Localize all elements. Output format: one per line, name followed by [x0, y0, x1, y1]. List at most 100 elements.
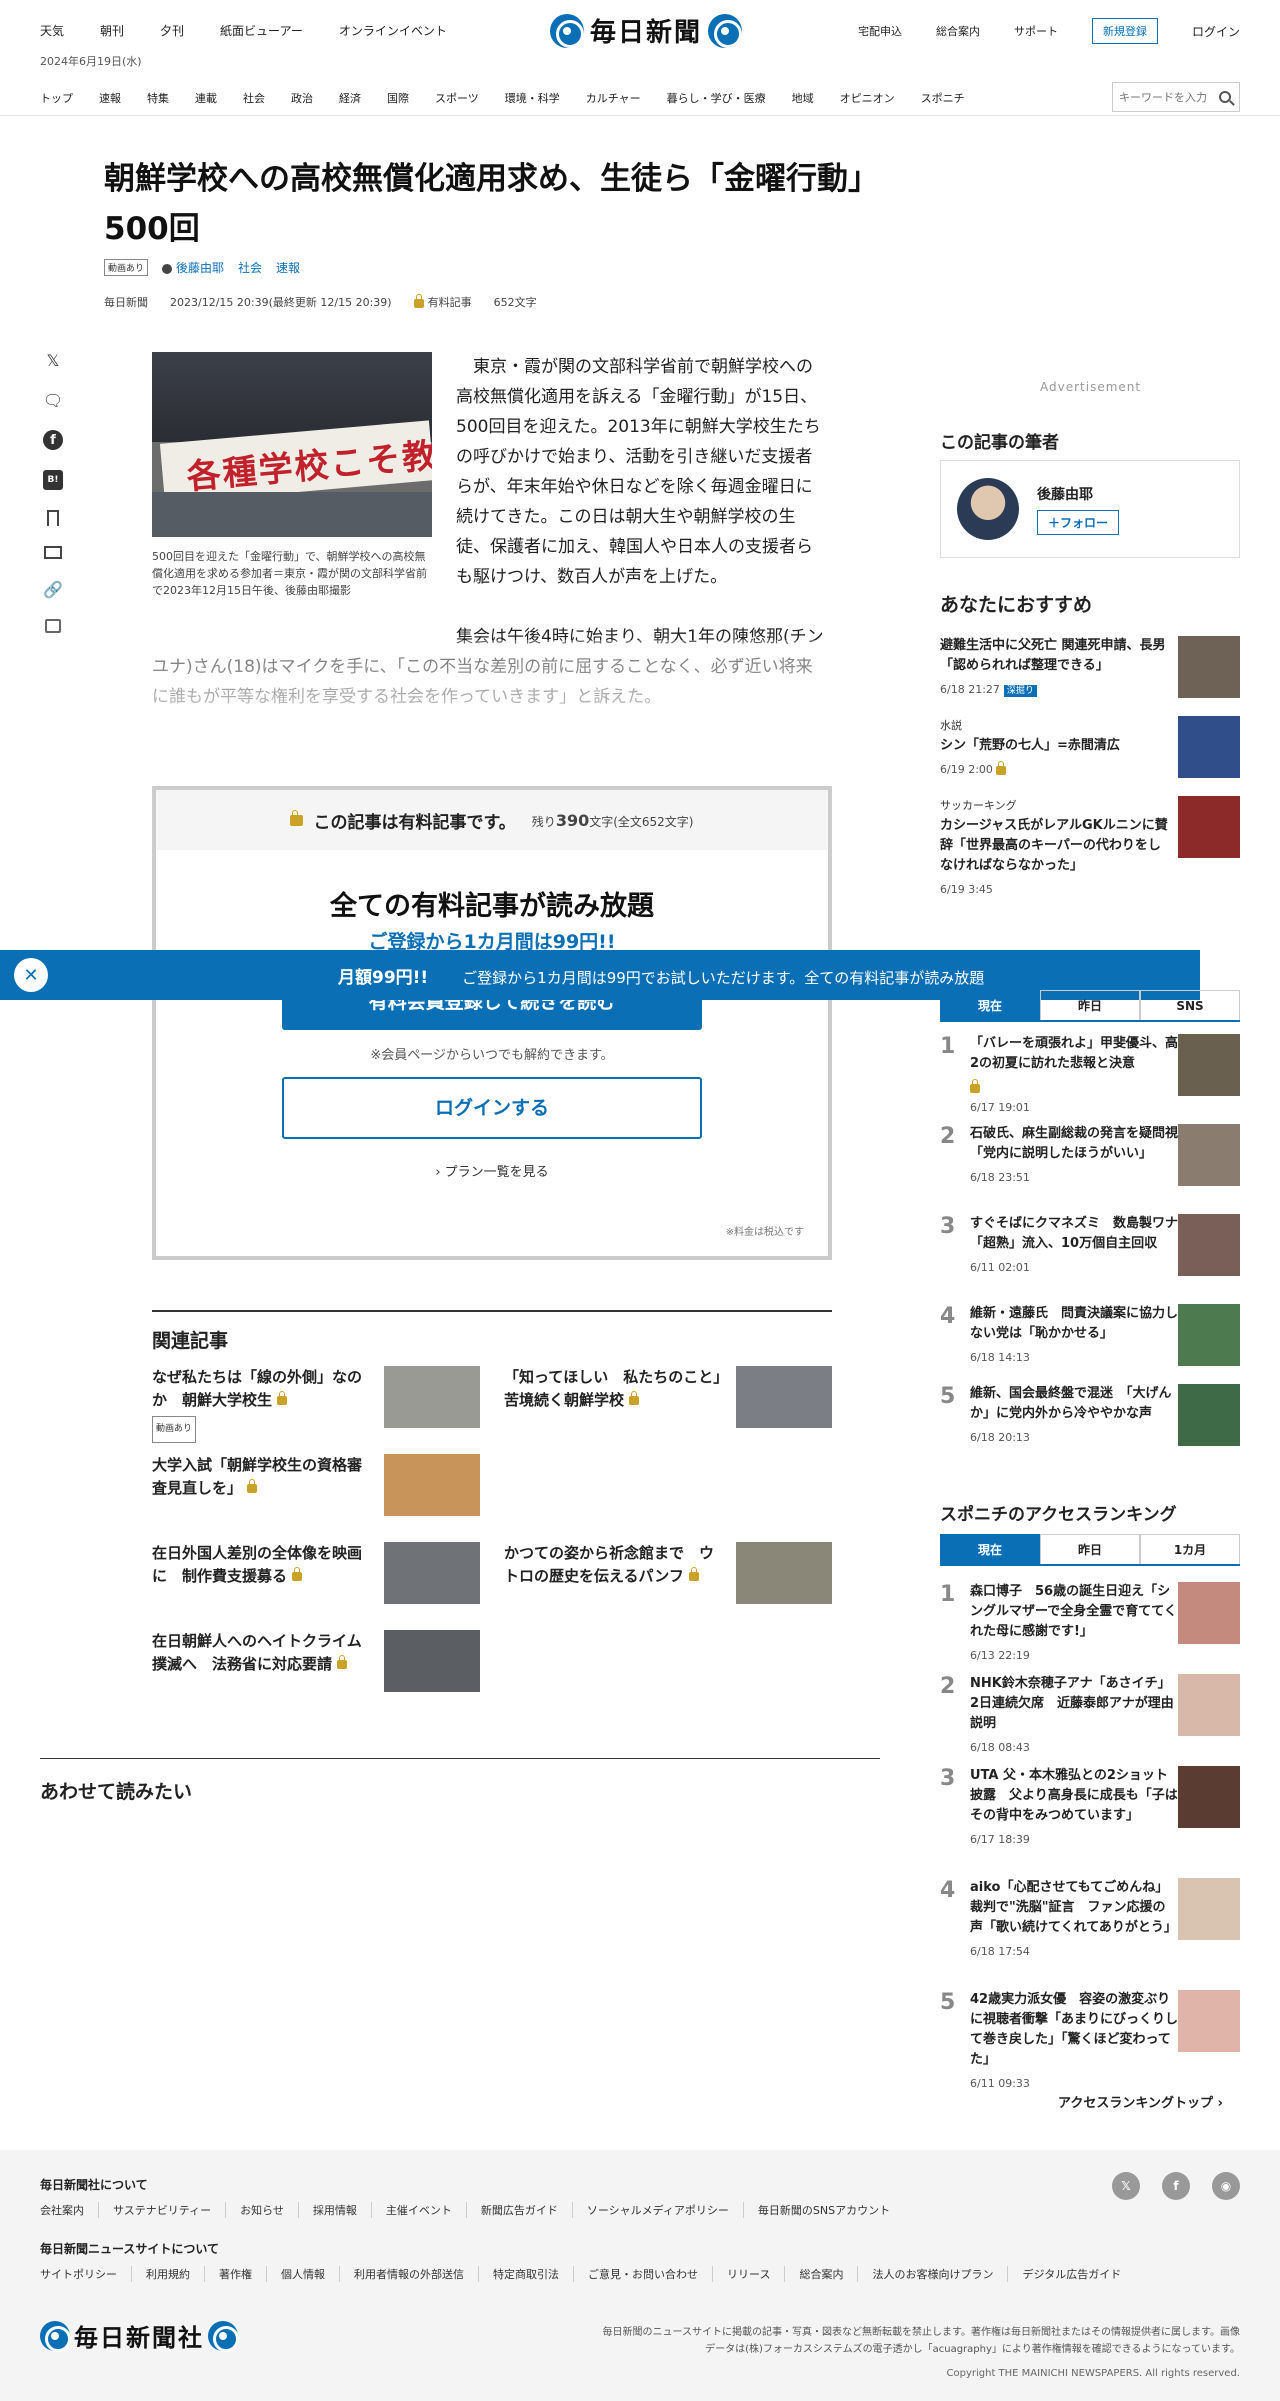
nav-item[interactable]: トップ [40, 90, 73, 106]
footer-link[interactable]: 毎日新聞のSNSアカウント [742, 2202, 904, 2218]
recommend-item[interactable]: サッカーキング カシージャス氏がレアルGKルニンに賛辞「世界最高のキーパーの代わり… [940, 796, 1240, 900]
article-photo[interactable]: 各種学校こそ教育保障の権利を [152, 352, 432, 537]
footer-link[interactable]: リリース [712, 2266, 784, 2282]
link-icon[interactable]: 🔗 [43, 579, 63, 599]
hatena-share-icon[interactable]: B! [43, 470, 63, 490]
nav-item[interactable]: 政治 [291, 90, 313, 106]
sidebar-author-name[interactable]: 後藤由耶 [1037, 484, 1119, 504]
suponichi-ranking-item[interactable]: 2 NHK鈴木奈穂子アナ「あさイチ」2日連続欠席 近藤泰郎アナが理由説明 6/18… [940, 1674, 1240, 1758]
recommend-thumbnail [1178, 636, 1240, 698]
related-item[interactable]: なぜ私たちは「線の外側」なのか 朝鮮大学校生 動画あり [152, 1366, 480, 1443]
login-link[interactable]: ログイン [1192, 23, 1240, 40]
ranking-item[interactable]: 3 すぐそばにクマネズミ 数島製ワナ「超熟」流入、10万個自主回収 6/11 02… [940, 1214, 1240, 1278]
related-item[interactable]: 在日朝鮮人へのヘイトクライム撲滅へ 法務省に対応要請 [152, 1630, 480, 1692]
footer-link[interactable]: 特定商取引法 [478, 2266, 573, 2282]
nav-item[interactable]: 特集 [147, 90, 169, 106]
register-button[interactable]: 新規登録 [1091, 18, 1158, 44]
footer-link[interactable]: ソーシャルメディアポリシー [571, 2202, 743, 2218]
footer-link[interactable]: ご意見・お問い合わせ [573, 2266, 712, 2282]
mail-icon[interactable] [44, 546, 62, 559]
avatar[interactable] [957, 478, 1019, 540]
bookmark-icon[interactable] [47, 510, 59, 526]
ranking-thumbnail [1178, 1878, 1240, 1940]
top-link-evening[interactable]: 夕刊 [160, 22, 184, 39]
author-link[interactable]: 後藤由耶 [162, 259, 224, 276]
link-support[interactable]: サポート [1014, 23, 1058, 39]
ranking-item[interactable]: 1 「バレーを頑張れよ」甲斐優斗、高2の初夏に訪れた悲報と決意 6/17 19:0… [940, 1034, 1240, 1118]
site-logo[interactable]: 毎日新聞 [550, 12, 743, 49]
footer-link[interactable]: 採用情報 [297, 2202, 371, 2218]
suponichi-ranking-item[interactable]: 5 42歳実力派女優 容姿の激変ぶりに視聴者衝撃「あまりにびっくりして巻き戻した… [940, 1990, 1240, 2094]
top-link-events[interactable]: オンラインイベント [339, 22, 447, 39]
paywall-login-button[interactable]: ログインする [282, 1077, 702, 1139]
remaining-count: 390 [555, 810, 590, 830]
tab-sns[interactable]: SNS [1140, 990, 1240, 1020]
suponichi-ranking-item[interactable]: 4 aiko「心配させてもてごめんね」裁判で"洗脳"証言 ファン応援の声「歌い続… [940, 1878, 1240, 1962]
footer-link[interactable]: サイトポリシー [40, 2266, 131, 2282]
tab-now[interactable]: 現在 [940, 990, 1040, 1020]
tab-yesterday[interactable]: 昨日 [1040, 1534, 1140, 1564]
nav-item[interactable]: カルチャー [586, 90, 641, 106]
nav-item[interactable]: 国際 [387, 90, 409, 106]
footer-link[interactable]: 利用者情報の外部送信 [339, 2266, 478, 2282]
suponichi-ranking-item[interactable]: 1 森口博子 56歳の誕生日迎え「シングルマザーで全身全霊で育ててくれた母に感謝… [940, 1582, 1240, 1666]
related-item[interactable]: 大学入試「朝鮮学校生の資格審査見直しを」 [152, 1454, 480, 1516]
top-link-viewer[interactable]: 紙面ビューアー [220, 22, 303, 39]
recommend-item[interactable]: 水説 シン「荒野の七人」=赤間清広 6/19 2:00 [940, 716, 1240, 780]
footer-link[interactable]: お知らせ [225, 2202, 298, 2218]
nav-item[interactable]: オピニオン [840, 90, 895, 106]
facebook-icon[interactable]: f [1162, 2172, 1190, 2200]
nav-item[interactable]: 暮らし・学び・医療 [667, 90, 766, 106]
nav-item[interactable]: 経済 [339, 90, 361, 106]
x-share-icon[interactable]: 𝕏 [43, 350, 63, 370]
related-item[interactable]: 「知ってほしい 私たちのこと」 苦境続く朝鮮学校 [504, 1366, 832, 1428]
nav-item[interactable]: 速報 [99, 90, 121, 106]
close-icon[interactable]: ✕ [14, 958, 48, 992]
tag-link[interactable]: 速報 [276, 259, 300, 276]
footer-link[interactable]: 新聞広告ガイド [465, 2202, 572, 2218]
category-link[interactable]: 社会 [238, 259, 262, 276]
footer-link[interactable]: サステナビリティー [98, 2202, 225, 2218]
footer-link[interactable]: 会社案内 [40, 2202, 98, 2218]
ranking-top-link[interactable]: アクセスランキングトップ › [1058, 2092, 1223, 2111]
footer-link[interactable]: 主催イベント [370, 2202, 466, 2218]
ranking-item[interactable]: 2 石破氏、麻生副総裁の発言を疑問視 「党内に説明したほうがいい」 6/18 23… [940, 1124, 1240, 1188]
recommend-item[interactable]: 避難生活中に父死亡 関連死申請、長男「認められれば整理できる」 6/18 21:2… [940, 636, 1240, 701]
search-input[interactable] [1119, 90, 1215, 104]
rss-icon[interactable]: ◉ [1212, 2172, 1240, 2200]
tab-yesterday[interactable]: 昨日 [1040, 990, 1140, 1020]
comment-icon[interactable]: 🗨 [43, 390, 63, 410]
ranking-title: aiko「心配させてもてごめんね」裁判で"洗脳"証言 ファン応援の声「歌い続けて… [970, 1880, 1177, 1935]
search-icon[interactable] [1219, 91, 1231, 103]
suponichi-ranking-item[interactable]: 3 UTA 父・本木雅弘との2ショット披露 父より高身長に成長も「子はその背中を… [940, 1766, 1240, 1850]
nav-item[interactable]: スポニチ [921, 90, 965, 106]
related-thumbnail [384, 1366, 480, 1428]
nav-item[interactable]: スポーツ [435, 90, 479, 106]
facebook-share-icon[interactable]: f [43, 430, 63, 450]
nav-item[interactable]: 環境・科学 [505, 90, 560, 106]
footer-link[interactable]: 個人情報 [266, 2266, 339, 2282]
plans-link[interactable]: › プラン一覧を見る [156, 1161, 828, 1180]
link-guide[interactable]: 総合案内 [936, 23, 980, 39]
tab-month[interactable]: 1カ月 [1140, 1534, 1240, 1564]
footer-logo[interactable]: 毎日新聞社 [40, 2318, 239, 2353]
tab-now[interactable]: 現在 [940, 1534, 1040, 1564]
footer-link[interactable]: 法人のお客様向けプラン [857, 2266, 1007, 2282]
related-item[interactable]: 在日外国人差別の全体像を映画に 制作費支援募る [152, 1542, 480, 1604]
ranking-item[interactable]: 4 維新・遠藤氏 問責決議案に協力しない党は「恥かかせる」 6/18 14:13 [940, 1304, 1240, 1368]
link-delivery[interactable]: 宅配申込 [858, 23, 902, 39]
follow-button[interactable]: ＋フォロー [1037, 509, 1120, 535]
x-icon[interactable]: 𝕏 [1112, 2172, 1140, 2200]
nav-item[interactable]: 地域 [792, 90, 814, 106]
nav-item[interactable]: 社会 [243, 90, 265, 106]
footer-link[interactable]: 総合案内 [784, 2266, 857, 2282]
top-link-morning[interactable]: 朝刊 [100, 22, 124, 39]
ranking-item[interactable]: 5 維新、国会最終盤で混迷 「大げんか」に党内外から冷ややかな声 6/18 20:… [940, 1384, 1240, 1448]
top-link-weather[interactable]: 天気 [40, 22, 64, 39]
footer-link[interactable]: 著作権 [204, 2266, 266, 2282]
footer-link[interactable]: 利用規約 [131, 2266, 204, 2282]
related-item[interactable]: かつての姿から祈念館まで ウトロの歴史を伝えるパンフ [504, 1542, 832, 1604]
print-icon[interactable] [45, 619, 61, 633]
nav-item[interactable]: 連載 [195, 90, 217, 106]
footer-link[interactable]: デジタル広告ガイド [1007, 2266, 1135, 2282]
